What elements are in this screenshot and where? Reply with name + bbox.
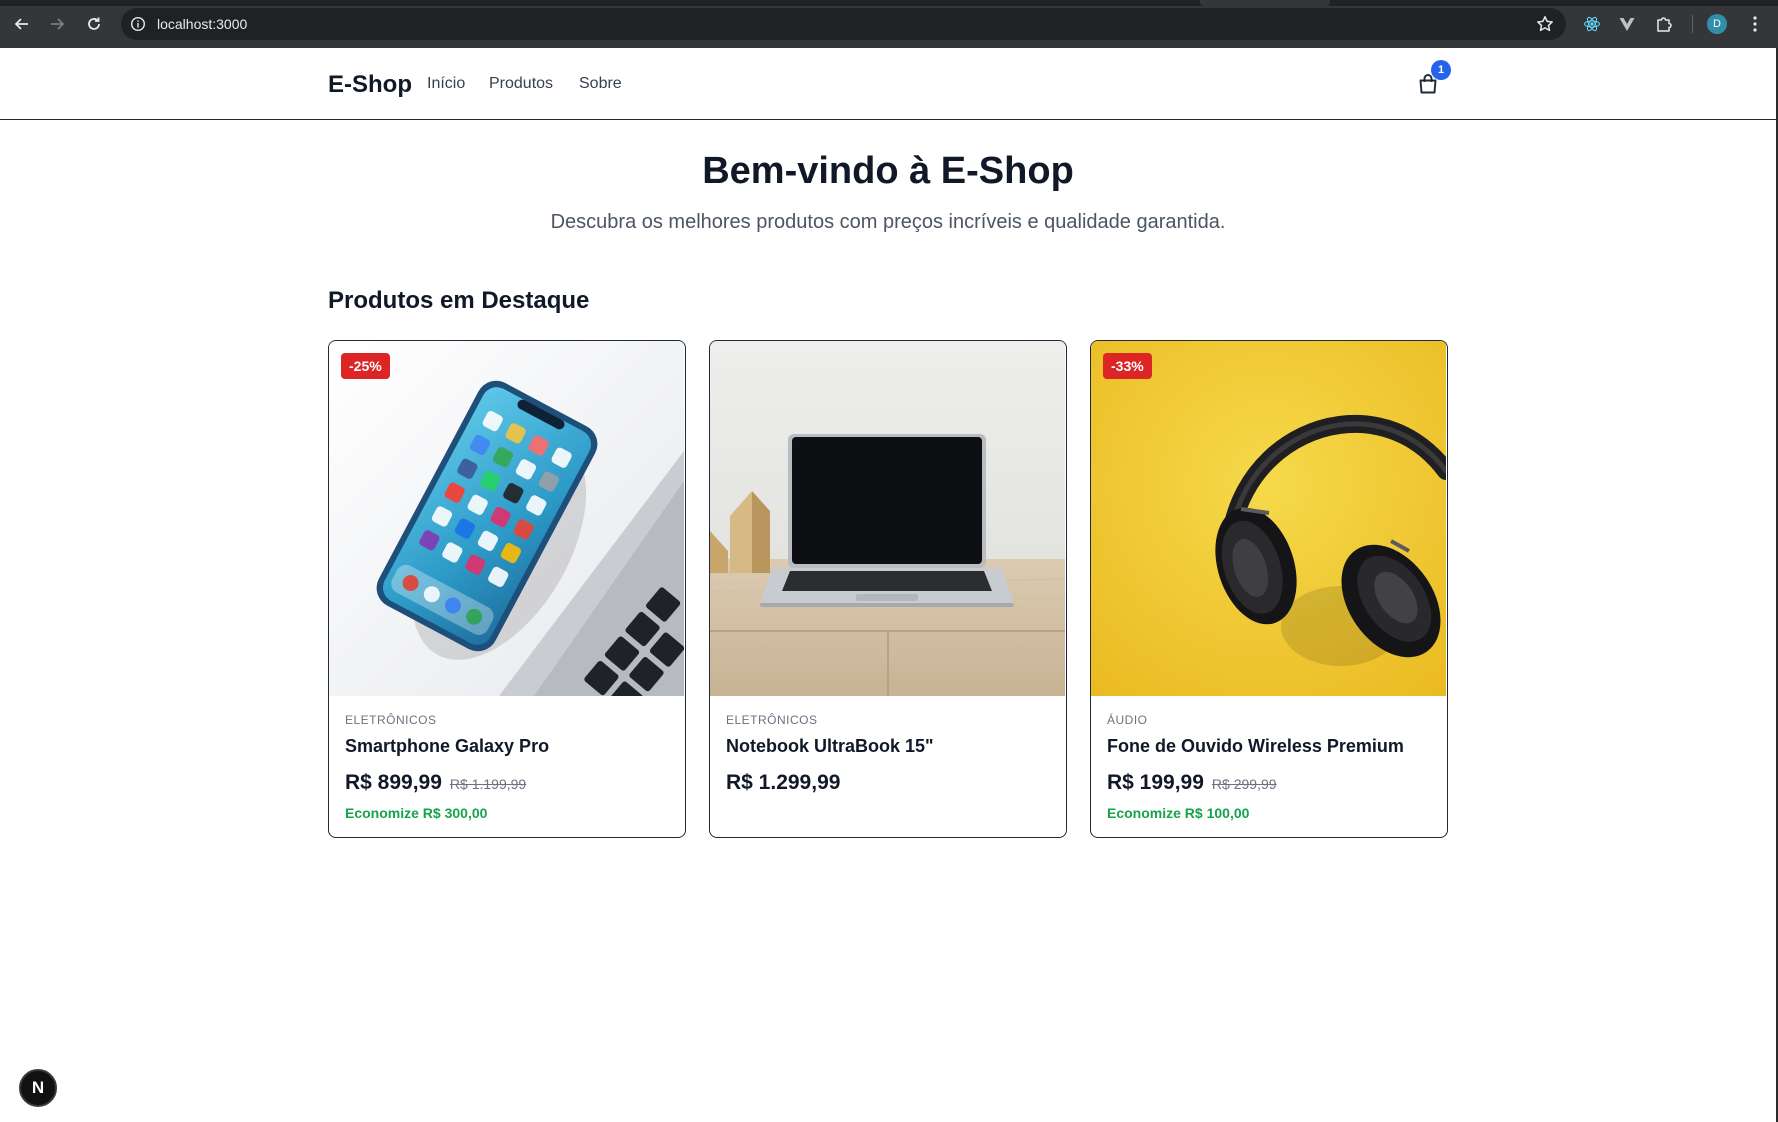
menu-icon[interactable] xyxy=(1744,13,1766,35)
site-logo[interactable]: E-Shop xyxy=(328,71,412,99)
featured-section-title: Produtos em Destaque xyxy=(328,287,590,314)
product-category: ELETRÔNICOS xyxy=(726,713,818,727)
smartphone-photo[interactable] xyxy=(329,341,684,696)
product-category: ÁUDIO xyxy=(1107,713,1148,727)
product-price: R$ 199,99 xyxy=(1107,771,1204,794)
nav-link-inicio[interactable]: Início xyxy=(427,75,465,93)
product-savings: Economize R$ 300,00 xyxy=(345,805,488,821)
product-category: ELETRÔNICOS xyxy=(345,713,437,727)
reload-icon[interactable] xyxy=(83,13,105,35)
forward-icon[interactable] xyxy=(46,13,68,35)
product-card[interactable]: ELETRÔNICOS Notebook UltraBook 15" R$ 1.… xyxy=(709,340,1067,838)
bookmark-star-icon[interactable] xyxy=(1536,15,1554,33)
nav-link-sobre[interactable]: Sobre xyxy=(579,75,622,93)
hero-subtitle: Descubra os melhores produtos com preços… xyxy=(550,211,1226,233)
back-icon[interactable] xyxy=(11,13,33,35)
product-savings: Economize R$ 100,00 xyxy=(1107,805,1250,821)
nav-link-produtos[interactable]: Produtos xyxy=(489,75,553,93)
react-devtools-icon[interactable] xyxy=(1581,13,1603,35)
site-info-icon[interactable] xyxy=(130,16,146,32)
nextjs-dev-indicator[interactable]: N xyxy=(19,1069,57,1107)
price-row: R$ 199,99 R$ 299,99 xyxy=(1107,771,1277,795)
address-bar[interactable]: localhost:3000 xyxy=(121,8,1566,40)
toolbar-divider xyxy=(1692,15,1693,33)
laptop-photo[interactable] xyxy=(710,341,1065,696)
tab-strip xyxy=(0,0,1778,6)
product-card[interactable]: -25% ELETRÔNICOS Smartphone Galaxy Pro R… xyxy=(328,340,686,838)
product-name[interactable]: Smartphone Galaxy Pro xyxy=(345,736,549,757)
profile-avatar[interactable]: D xyxy=(1707,14,1727,34)
extensions-icon[interactable] xyxy=(1653,13,1675,35)
discount-badge: -33% xyxy=(1103,353,1152,379)
vue-devtools-icon[interactable] xyxy=(1616,13,1638,35)
discount-badge: -25% xyxy=(341,353,390,379)
browser-toolbar: localhost:3000 D xyxy=(0,0,1778,48)
product-name[interactable]: Notebook UltraBook 15" xyxy=(726,736,934,757)
hero-title: Bem-vindo à E-Shop xyxy=(702,150,1074,192)
product-old-price: R$ 1.199,99 xyxy=(449,776,527,792)
headphones-photo[interactable] xyxy=(1091,341,1446,696)
price-row: R$ 899,99 R$ 1.199,99 xyxy=(345,771,526,795)
product-old-price: R$ 299,99 xyxy=(1211,776,1277,792)
cart-count-badge: 1 xyxy=(1431,60,1451,80)
url-text[interactable]: localhost:3000 xyxy=(157,16,247,32)
product-card[interactable]: -33% ÁUDIO Fone de Ouvido Wireless Premi… xyxy=(1090,340,1448,838)
product-price: R$ 899,99 xyxy=(345,771,442,794)
product-name[interactable]: Fone de Ouvido Wireless Premium xyxy=(1107,736,1404,757)
price-row: R$ 1.299,99 xyxy=(726,771,840,795)
product-price: R$ 1.299,99 xyxy=(726,771,841,794)
site-header: E-Shop Início Produtos Sobre 1 xyxy=(0,48,1776,120)
